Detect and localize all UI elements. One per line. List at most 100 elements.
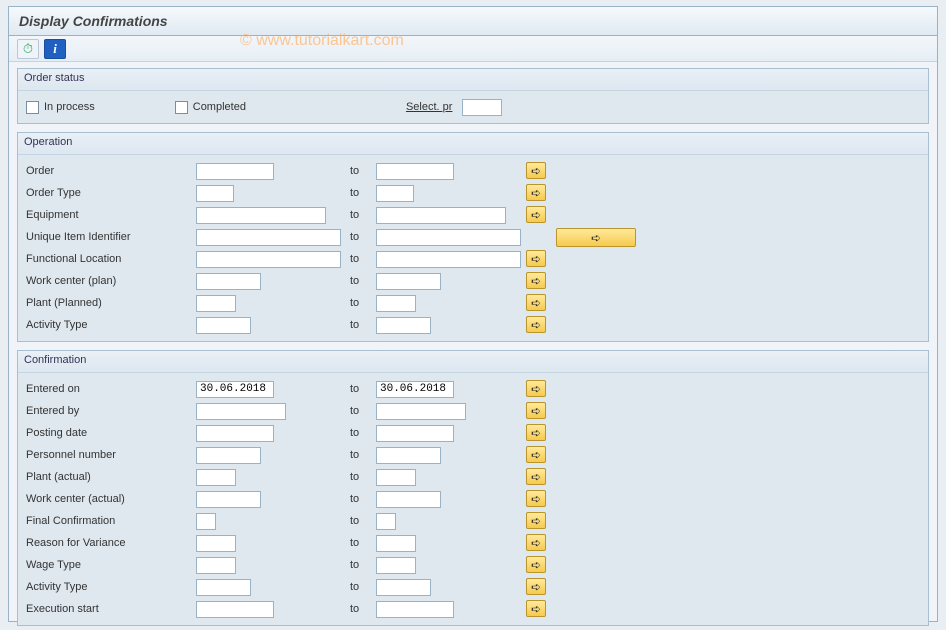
arrow-right-icon <box>531 514 541 528</box>
to-input[interactable] <box>376 207 506 224</box>
app-toolbar: ⏱ i <box>9 36 937 62</box>
from-input[interactable] <box>196 403 286 420</box>
multiple-selection-button[interactable] <box>556 228 636 247</box>
from-input[interactable] <box>196 207 326 224</box>
multiple-selection-button[interactable] <box>526 424 546 441</box>
row-operation-1: Order Typeto <box>26 182 920 204</box>
to-label: to <box>346 449 376 461</box>
arrow-right-icon <box>531 536 541 550</box>
multiple-selection-button[interactable] <box>526 206 546 223</box>
clock-execute-icon: ⏱ <box>23 41 33 57</box>
multiple-selection-button[interactable] <box>526 402 546 419</box>
row-confirmation-5: Work center (actual)to <box>26 488 920 510</box>
multiple-selection-button[interactable] <box>526 600 546 617</box>
from-input[interactable] <box>196 491 261 508</box>
from-input[interactable] <box>196 469 236 486</box>
multiple-selection-button[interactable] <box>526 490 546 507</box>
multiple-selection-button[interactable] <box>526 380 546 397</box>
from-input[interactable] <box>196 381 274 398</box>
multiple-selection-button[interactable] <box>526 534 546 551</box>
multiple-selection-button[interactable] <box>526 316 546 333</box>
field-label: Execution start <box>26 603 196 615</box>
row-operation-5: Work center (plan)to <box>26 270 920 292</box>
to-input[interactable] <box>376 229 521 246</box>
to-label: to <box>346 471 376 483</box>
to-label: to <box>346 165 376 177</box>
to-input[interactable] <box>376 185 414 202</box>
multiple-selection-button[interactable] <box>526 512 546 529</box>
field-label: Personnel number <box>26 449 196 461</box>
to-input[interactable] <box>376 317 431 334</box>
to-input[interactable] <box>376 163 454 180</box>
execute-button[interactable]: ⏱ <box>17 39 39 59</box>
to-input[interactable] <box>376 273 441 290</box>
multiple-selection-button[interactable] <box>526 556 546 573</box>
from-input[interactable] <box>196 229 341 246</box>
multiple-selection-button[interactable] <box>526 250 546 267</box>
from-input[interactable] <box>196 317 251 334</box>
to-label: to <box>346 319 376 331</box>
info-icon: i <box>53 41 57 57</box>
to-label: to <box>346 383 376 395</box>
to-input[interactable] <box>376 403 466 420</box>
select-pr-input[interactable] <box>462 99 502 116</box>
to-input[interactable] <box>376 425 454 442</box>
to-label: to <box>346 427 376 439</box>
from-input[interactable] <box>196 163 274 180</box>
to-input[interactable] <box>376 447 441 464</box>
from-input[interactable] <box>196 557 236 574</box>
to-input[interactable] <box>376 251 521 268</box>
checkbox-completed[interactable]: Completed <box>175 101 246 114</box>
field-label: Activity Type <box>26 581 196 593</box>
multiple-selection-button[interactable] <box>526 272 546 289</box>
arrow-right-icon <box>531 382 541 396</box>
multiple-selection-button[interactable] <box>526 578 546 595</box>
field-label: Entered on <box>26 383 196 395</box>
to-label: to <box>346 297 376 309</box>
to-input[interactable] <box>376 557 416 574</box>
to-input[interactable] <box>376 513 396 530</box>
field-label: Work center (actual) <box>26 493 196 505</box>
multiple-selection-button[interactable] <box>526 184 546 201</box>
to-input[interactable] <box>376 295 416 312</box>
from-input[interactable] <box>196 579 251 596</box>
field-label: Activity Type <box>26 319 196 331</box>
group-confirmation: Confirmation Entered ontoEntered bytoPos… <box>17 350 929 626</box>
multiple-selection-button[interactable] <box>526 468 546 485</box>
main-frame: Display Confirmations ⏱ i Order status I… <box>8 6 938 622</box>
from-input[interactable] <box>196 251 341 268</box>
checkbox-icon <box>175 101 188 114</box>
row-confirmation-1: Entered byto <box>26 400 920 422</box>
group-operation: Operation OrdertoOrder TypetoEquipmentto… <box>17 132 929 342</box>
to-input[interactable] <box>376 535 416 552</box>
arrow-right-icon <box>531 492 541 506</box>
to-input[interactable] <box>376 469 416 486</box>
from-input[interactable] <box>196 295 236 312</box>
to-input[interactable] <box>376 579 431 596</box>
to-input[interactable] <box>376 381 454 398</box>
multiple-selection-button[interactable] <box>526 162 546 179</box>
from-input[interactable] <box>196 447 261 464</box>
arrow-right-icon <box>531 580 541 594</box>
to-input[interactable] <box>376 601 454 618</box>
row-operation-3: Unique Item Identifierto <box>26 226 920 248</box>
from-input[interactable] <box>196 425 274 442</box>
multiple-selection-button[interactable] <box>526 446 546 463</box>
field-label: Wage Type <box>26 559 196 571</box>
arrow-right-icon <box>531 558 541 572</box>
from-input[interactable] <box>196 273 261 290</box>
in-process-label: In process <box>44 101 95 113</box>
checkbox-in-process[interactable]: In process <box>26 101 95 114</box>
from-input[interactable] <box>196 185 234 202</box>
from-input[interactable] <box>196 513 216 530</box>
info-button[interactable]: i <box>44 39 66 59</box>
field-label: Reason for Variance <box>26 537 196 549</box>
arrow-right-icon <box>531 602 541 616</box>
to-input[interactable] <box>376 491 441 508</box>
from-input[interactable] <box>196 601 274 618</box>
row-operation-4: Functional Locationto <box>26 248 920 270</box>
arrow-right-icon <box>531 274 541 288</box>
from-input[interactable] <box>196 535 236 552</box>
multiple-selection-button[interactable] <box>526 294 546 311</box>
field-label: Entered by <box>26 405 196 417</box>
